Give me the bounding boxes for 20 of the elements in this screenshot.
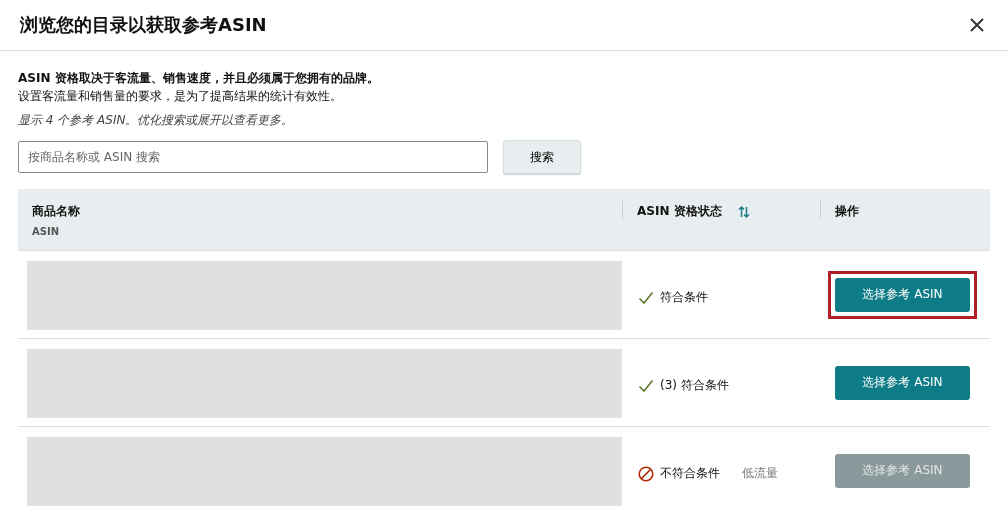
column-header: 商品名称	[32, 203, 80, 220]
select-asin-button[interactable]: 选择参考 ASIN	[835, 277, 970, 312]
status-text: 不符合条件	[660, 465, 720, 482]
column-subheader: ASIN	[32, 226, 61, 237]
status-text: (3) 符合条件	[660, 377, 729, 394]
check-icon	[638, 378, 654, 393]
select-asin-button[interactable]: 选择参考 ASIN	[835, 365, 970, 400]
prohibited-icon	[638, 465, 654, 482]
note-text: 显示 4 个参考 ASIN。优化搜索或展开以查看更多。	[18, 112, 295, 129]
check-icon	[638, 290, 654, 305]
status-text: 符合条件	[660, 289, 708, 306]
search-field[interactable]: 按商品名称或 ASIN 搜索	[18, 141, 488, 173]
intro-text: ASIN 资格取决于客流量、销售速度，并且必须属于您拥有的品牌。	[18, 70, 380, 87]
column-header: ASIN 资格状态	[637, 203, 722, 220]
intro-text: 设置客流量和销售量的要求，是为了提高结果的统计有效性。	[18, 88, 343, 105]
column-header: 操作	[835, 203, 859, 220]
search-button[interactable]: 搜索	[503, 140, 581, 174]
sort-icon[interactable]	[737, 204, 750, 219]
dialog-title: 浏览您的目录以获取参考ASIN	[20, 13, 267, 37]
reason-text: 低流量	[742, 465, 778, 482]
